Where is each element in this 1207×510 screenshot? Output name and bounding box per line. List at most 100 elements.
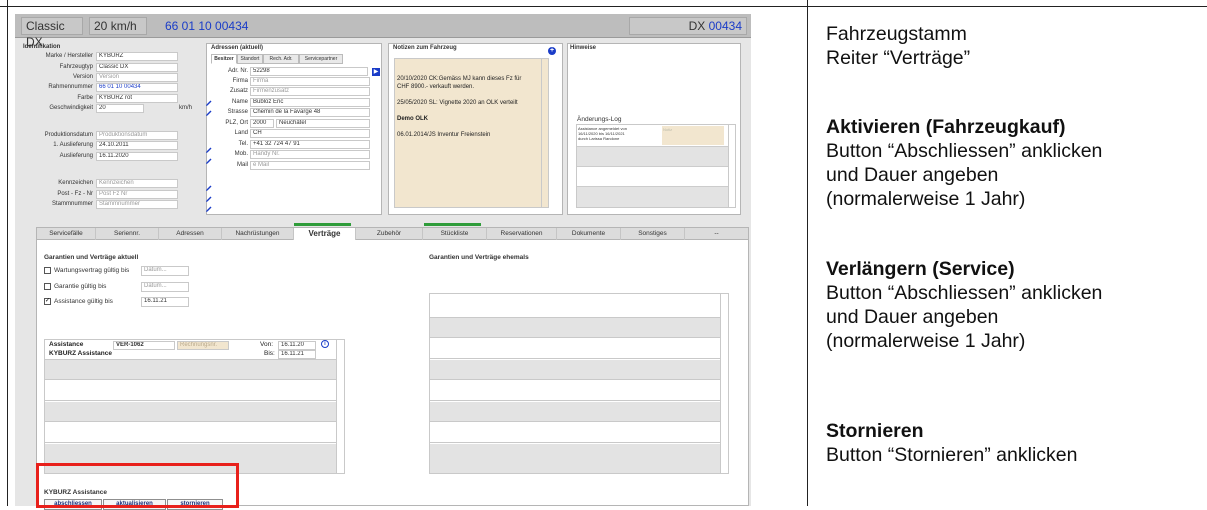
hints-title: Hinweise — [570, 45, 597, 51]
tab-miscellaneous[interactable]: Sonstiges — [621, 228, 685, 240]
notes-title: Notizen zum Fahrzeug — [393, 45, 457, 51]
contract-row[interactable] — [45, 402, 337, 422]
current-contracts-list[interactable]: Assistance VER-1062 Rechnungsnr. Von: 16… — [44, 339, 345, 474]
maintenance-contract-date[interactable]: Datum... — [141, 266, 189, 276]
edit-pencil-icon[interactable] — [205, 200, 213, 212]
tab-addresses[interactable]: Adressen — [159, 228, 222, 240]
top-divider — [0, 6, 1207, 7]
invoice-number-field[interactable]: Rechnungsnr. — [177, 341, 229, 350]
from-label: Von: — [260, 341, 274, 348]
contract-row-selected[interactable]: Assistance VER-1062 Rechnungsnr. Von: 16… — [45, 340, 337, 360]
identification-field[interactable]: Version — [96, 73, 178, 82]
address-field[interactable]: e Mail — [250, 161, 370, 170]
identification-field[interactable]: Classic DX — [96, 63, 178, 72]
contract-row[interactable] — [45, 360, 337, 380]
info-icon[interactable]: i — [321, 340, 329, 348]
identification-field[interactable]: 66 01 10 00434 — [96, 83, 178, 92]
edit-pencil-icon[interactable] — [205, 190, 213, 202]
assistance-label: Assistance gültig bis — [54, 298, 113, 305]
slide: Classic DX 20 km/h 66 01 10 00434 DX 004… — [0, 0, 1207, 510]
identification-label: Produktionsdatum — [44, 132, 93, 138]
identification-field[interactable]: Produktionsdatum — [96, 131, 178, 140]
assistance-date[interactable]: 16.11.21 — [141, 297, 189, 307]
warranty-date[interactable]: Datum... — [141, 282, 189, 292]
former-contracts-list[interactable] — [429, 293, 729, 474]
address-field[interactable]: Firmenzusatz — [250, 87, 370, 96]
tab-service-partner[interactable]: Servicepartner — [299, 54, 343, 64]
tab-parts-list[interactable]: Stückliste — [423, 228, 487, 240]
maintenance-contract-checkbox[interactable] — [44, 267, 51, 274]
add-note-icon[interactable]: + — [548, 47, 556, 55]
active-tab-indicator — [294, 223, 351, 226]
edit-pencil-icon[interactable] — [205, 179, 213, 191]
identification-field[interactable]: Stammnummer — [96, 200, 178, 209]
addresses-title: Adressen (aktuell) — [211, 45, 264, 51]
former-contract-row[interactable] — [430, 360, 721, 380]
identification-label: Geschwindigkeit — [49, 105, 93, 111]
notes-scrollbar[interactable] — [541, 59, 548, 207]
to-date[interactable]: 16.11.21 — [278, 350, 316, 359]
address-field[interactable]: Handy Nr. — [250, 150, 370, 159]
tab-more[interactable]: -- — [685, 228, 748, 240]
address-label: Strasse — [227, 109, 248, 115]
city-field[interactable]: Neuchâtel — [276, 119, 370, 128]
tab-service-cases[interactable]: Servicefälle — [37, 228, 96, 240]
identification-field[interactable]: Kennzeichen — [96, 179, 178, 188]
former-contract-row[interactable] — [430, 381, 721, 401]
notes-textarea[interactable]: 20/10/2020 CK:Gemäss MJ kann dieses Fz f… — [394, 58, 549, 208]
log-scrollbar[interactable] — [728, 125, 735, 207]
tab-location[interactable]: Standort — [237, 54, 263, 64]
contract-row[interactable] — [45, 381, 337, 401]
identification-label: Marke / Hersteller — [45, 53, 93, 59]
identification-field[interactable]: Post Fz Nr — [96, 190, 178, 199]
identification-field[interactable]: KYBURZ rot — [96, 94, 178, 103]
former-contract-row[interactable] — [430, 339, 721, 359]
contract-number[interactable]: VER-1062 — [113, 341, 175, 350]
speed-unit-label: km/h — [179, 105, 193, 111]
log-row — [577, 166, 729, 186]
middle-divider — [807, 0, 808, 506]
warranty-label: Garantie gültig bis — [54, 283, 107, 290]
tab-documents[interactable]: Dokumente — [557, 228, 621, 240]
tab-serial-numbers[interactable]: Seriennr. — [96, 228, 159, 240]
from-date[interactable]: 16.11.20 — [278, 341, 316, 350]
change-log-list[interactable]: Assistance angemeldet von 16/11/2020 bis… — [576, 124, 736, 208]
address-label: Zusatz — [229, 88, 248, 94]
warranty-checkbox[interactable] — [44, 283, 51, 290]
assistance-checkbox[interactable]: ✓ — [44, 298, 51, 305]
address-field[interactable]: 2000 — [250, 119, 274, 128]
tab-owner[interactable]: Besitzer — [211, 54, 237, 64]
identification-field[interactable]: 20 — [96, 104, 144, 113]
former-contract-row[interactable] — [430, 318, 721, 338]
identification-field[interactable]: KYBURZ — [96, 52, 178, 61]
address-field[interactable]: CH — [250, 129, 370, 138]
tab-retrofits[interactable]: Nachrüstungen — [222, 228, 294, 240]
identification-label: 1. Auslieferung — [53, 142, 93, 148]
contract-row[interactable] — [45, 423, 337, 443]
note-line: 25/05/2020 SL: Vignette 2020 an OLK vert… — [397, 100, 518, 106]
identification-field[interactable]: 16.11.2020 — [96, 152, 178, 161]
cancel-step: Button “Stornieren” anklicken — [826, 444, 1078, 466]
tab-contracts[interactable]: Verträge — [294, 228, 356, 240]
address-field[interactable]: Chemin de la Favarge 48 — [250, 108, 370, 117]
identification-label: Farbe — [77, 95, 93, 101]
address-field[interactable]: Bubloz Eric — [250, 98, 370, 107]
activate-step: (normalerweise 1 Jahr) — [826, 188, 1026, 210]
former-contract-row[interactable] — [430, 444, 721, 473]
former-contract-row[interactable] — [430, 423, 721, 443]
tab-accessories[interactable]: Zubehör — [356, 228, 423, 240]
address-field[interactable]: Firma — [250, 77, 370, 86]
cancel-title: Stornieren — [826, 420, 924, 442]
identification-field[interactable]: 24.10.2011 — [96, 141, 178, 150]
former-contract-row[interactable] — [430, 294, 721, 318]
tab-reservations[interactable]: Reservationen — [487, 228, 557, 240]
former-contract-row[interactable] — [430, 402, 721, 422]
address-arrow-icon[interactable]: ▶ — [372, 68, 380, 76]
identification-label: Auslieferung — [59, 153, 93, 159]
address-field[interactable]: +41 32 724 47 91 — [250, 140, 370, 149]
hints-panel: Hinweise Änderungs-Log Assistance angeme… — [567, 43, 741, 215]
former-contracts-scrollbar[interactable] — [720, 294, 728, 473]
tab-billing-address[interactable]: Rech. Adr. — [263, 54, 299, 64]
contracts-scrollbar[interactable] — [336, 340, 344, 473]
address-field[interactable]: 52298 — [250, 67, 368, 76]
